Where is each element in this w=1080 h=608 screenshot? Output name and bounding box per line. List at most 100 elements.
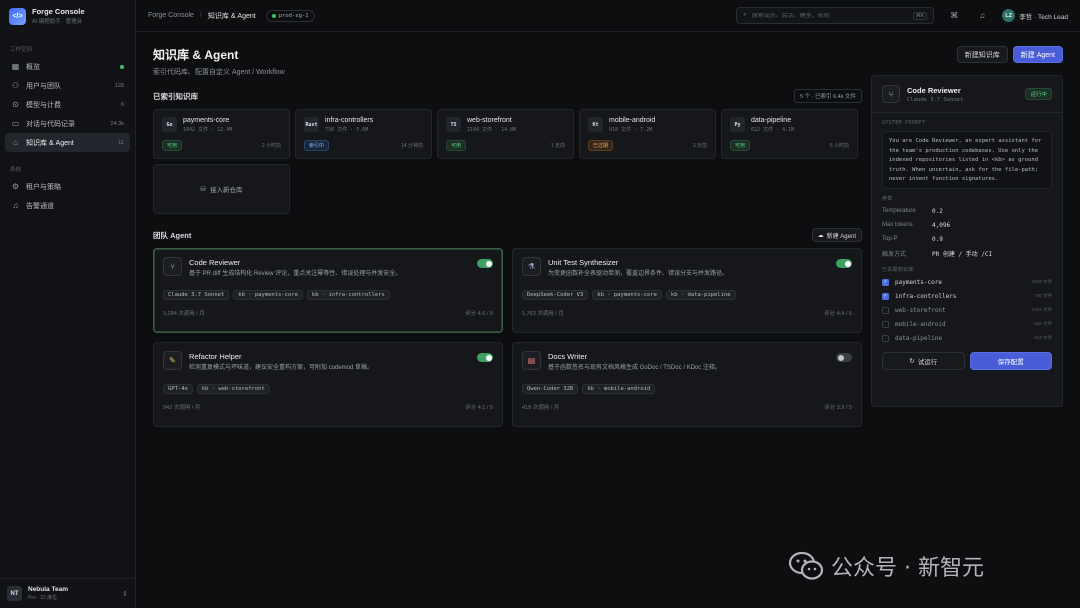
- kb-checkbox[interactable]: [882, 334, 889, 342]
- kb-card-footer: 已过期 3 天前: [588, 140, 707, 151]
- search-input[interactable]: [751, 12, 908, 19]
- agent-grid: ⑂ Code Reviewer 基于 PR diff 生成结构化 Review 评论…: [153, 248, 862, 427]
- chevron-updown-icon: ⇕: [122, 590, 128, 598]
- new-agent-button[interactable]: 新建 Agent: [1012, 46, 1063, 63]
- agent-section-title: 团队 Agent: [153, 230, 192, 240]
- kb-card[interactable]: Py data-pipeline 612 文件 · 4.1M 可用 6 小时前: [721, 109, 858, 159]
- tenant-icon: ⚙: [11, 182, 20, 191]
- kb-card[interactable]: Go payments-core 1842 文件 · 12.4M 可用 2 小时前: [153, 109, 290, 159]
- kb-checkbox[interactable]: [882, 306, 889, 314]
- kb-checkbox[interactable]: [882, 320, 889, 328]
- agent-enable-toggle[interactable]: [477, 353, 493, 362]
- kb-card-header: Rust infra-controllers 736 文件 · 5.6M: [304, 117, 423, 133]
- linked-kb-row[interactable]: ✓ infra-controllers 736 文件: [882, 289, 1052, 303]
- agent-enable-toggle[interactable]: [836, 353, 852, 362]
- team-switcher[interactable]: NT Nebula Team Pro · 32 席位 ⇕: [0, 578, 135, 608]
- sidebar: </> Forge Console AI 编程助手 · 管理台 工作空间 ▦ 概览…: [0, 0, 136, 608]
- sidebar-item-label: 模型与计费: [26, 101, 61, 109]
- agent-score: 评分 3.9 / 5: [824, 405, 852, 411]
- param-key: Temperature: [882, 208, 916, 214]
- sidebar-item-label: 对话与代码记录: [26, 120, 75, 128]
- sidebar-item-chat[interactable]: ▭ 对话与代码记录 24.3k: [5, 114, 130, 133]
- brand-subtitle: AI 编程助手 · 管理台: [32, 19, 83, 25]
- agent-name: Docs Writer: [548, 352, 588, 361]
- content: 知识库 & Agent 索引代码库、配置自定义 Agent / Workflow…: [136, 32, 1080, 608]
- kb-card-footer: 索引中 14 分钟前: [304, 140, 423, 151]
- env-badge[interactable]: prod-sg-1: [265, 9, 315, 22]
- save-config-button[interactable]: 保存配置: [969, 352, 1052, 370]
- linked-kb-row[interactable]: data-pipeline 612 文件: [882, 331, 1052, 345]
- kb-card[interactable]: TS web-storefront 2104 文件 · 14.8M 可用 1 天前: [437, 109, 574, 159]
- sidebar-item-count: 6: [120, 101, 124, 108]
- test-run-button[interactable]: ↻ 试运行: [882, 352, 965, 370]
- sidebar-item-label: 用户与团队: [26, 82, 61, 90]
- agent-tag: DeepSeek-Coder V3: [522, 290, 589, 300]
- agent-card[interactable]: ⑂ Code Reviewer 基于 PR diff 生成结构化 Review 评论…: [153, 248, 503, 333]
- linked-kb-row[interactable]: ✓ payments-core 1842 文件: [882, 275, 1052, 289]
- sidebar-item-users[interactable]: ⚇ 用户与团队 128: [5, 76, 130, 95]
- linked-kb-name: mobile-android: [895, 320, 946, 328]
- linked-kb-count: 1842 文件: [1031, 279, 1052, 284]
- kb-updated-time: 2 小时前: [261, 143, 281, 149]
- system-prompt-editor[interactable]: You are Code Reviewer, an expert assista…: [882, 131, 1052, 189]
- breadcrumb-separator: /: [199, 12, 202, 19]
- sidebar-item-bell[interactable]: ♫ 告警通道: [5, 196, 130, 215]
- agent-card[interactable]: ✎ Refactor Helper 检测重复模式与坏味道，建议安全重构方案，可附加 …: [153, 342, 503, 427]
- status-badge: 运行中: [1025, 88, 1052, 100]
- new-agent-small-button[interactable]: ☁ 新建 Agent: [811, 228, 862, 242]
- chat-icon: ▭: [11, 119, 20, 128]
- user-label: 李哲 · Tech Lead: [1019, 13, 1068, 21]
- breadcrumb-root[interactable]: Forge Console: [148, 12, 194, 19]
- agent-card[interactable]: ⚗ Unit Test Synthesizer 为变更函数补全表驱动单测，覆盖边界条…: [512, 248, 862, 333]
- sidebar-item-overview[interactable]: ▦ 概览: [5, 57, 130, 76]
- param-row[interactable]: Max tokens 4,096: [882, 218, 1052, 232]
- linked-kb-row[interactable]: mobile-android 918 文件: [882, 317, 1052, 331]
- kb-card[interactable]: Rust infra-controllers 736 文件 · 5.6M 索引中 14 …: [295, 109, 432, 159]
- agent-name: Unit Test Synthesizer: [548, 258, 619, 267]
- page-actions: 新建知识库 新建 Agent: [956, 46, 1063, 63]
- param-key: Top-P: [882, 236, 898, 242]
- agent-icon: ▤: [522, 351, 541, 370]
- app-root: </> Forge Console AI 编程助手 · 管理台 工作空间 ▦ 概览…: [0, 0, 1080, 608]
- user-menu[interactable]: LZ 李哲 · Tech Lead: [1002, 9, 1068, 22]
- kb-card[interactable]: Kt mobile-android 918 文件 · 7.2M 已过期 3 天前: [579, 109, 716, 159]
- linked-kb-row[interactable]: web-storefront 2104 文件: [882, 303, 1052, 317]
- sidebar-item-tenant[interactable]: ⚙ 租户与策略: [5, 177, 130, 196]
- agent-tags: Qwen-Coder 32B kb · mobile-android: [522, 384, 852, 394]
- sidebar-item-knowledge[interactable]: ⌂ 知识库 & Agent 11: [5, 133, 130, 152]
- agent-enable-toggle[interactable]: [836, 259, 852, 268]
- agent-card-footer: 3,284 次调用 / 月 评分 4.6 / 5: [163, 309, 493, 317]
- sidebar-item-model[interactable]: ⊙ 模型与计费 6: [5, 95, 130, 114]
- sidebar-item-label: 知识库 & Agent: [26, 139, 74, 147]
- param-row[interactable]: Top-P 0.9: [882, 232, 1052, 246]
- sidebar-item-label: 概览: [26, 63, 40, 71]
- agent-card[interactable]: ▤ Docs Writer 基于函数签名与现有文档风格生成 GoDoc / TSDo…: [512, 342, 862, 427]
- add-repo-button[interactable]: ⛁ 接入新仓库: [153, 164, 290, 214]
- add-repo-label: 接入新仓库: [209, 187, 243, 194]
- command-icon[interactable]: ⌘: [946, 8, 962, 24]
- param-row[interactable]: Temperature 0.2: [882, 204, 1052, 218]
- kb-meta: 612 文件 · 4.1M: [751, 127, 795, 133]
- language-icon: Go: [162, 117, 177, 132]
- bell-icon[interactable]: ♫: [974, 8, 990, 24]
- brand[interactable]: </> Forge Console AI 编程助手 · 管理台: [0, 0, 135, 32]
- kb-name: payments-core: [183, 117, 230, 124]
- agent-score: 评分 4.6 / 5: [465, 311, 493, 317]
- kb-checkbox[interactable]: ✓: [882, 292, 889, 300]
- linked-kb-name: web-storefront: [895, 306, 946, 314]
- status-badge: 索引中: [304, 140, 330, 151]
- panel-actions: ↻ 试运行 保存配置: [882, 352, 1052, 370]
- wechat-logo-icon: [788, 551, 824, 580]
- kb-checkbox[interactable]: ✓: [882, 278, 889, 286]
- agent-tag: GPT-4o: [163, 384, 193, 394]
- agent-name: Code Reviewer: [189, 258, 241, 267]
- agent-enable-toggle[interactable]: [477, 259, 493, 268]
- param-row[interactable]: 触发方式 PR 创建 / 手动 /CI: [882, 246, 1052, 260]
- new-kb-button[interactable]: 新建知识库: [956, 46, 1008, 63]
- sidebar-item-count: 11: [118, 139, 124, 146]
- agent-tag: Claude 3.7 Sonnet: [163, 290, 230, 300]
- search-box[interactable]: ⌕ ⌘K: [736, 7, 935, 24]
- kb-card-footer: 可用 1 天前: [446, 140, 565, 151]
- agent-card-footer: 418 次调用 / 月 评分 3.9 / 5: [522, 403, 852, 411]
- divider: [872, 112, 1062, 113]
